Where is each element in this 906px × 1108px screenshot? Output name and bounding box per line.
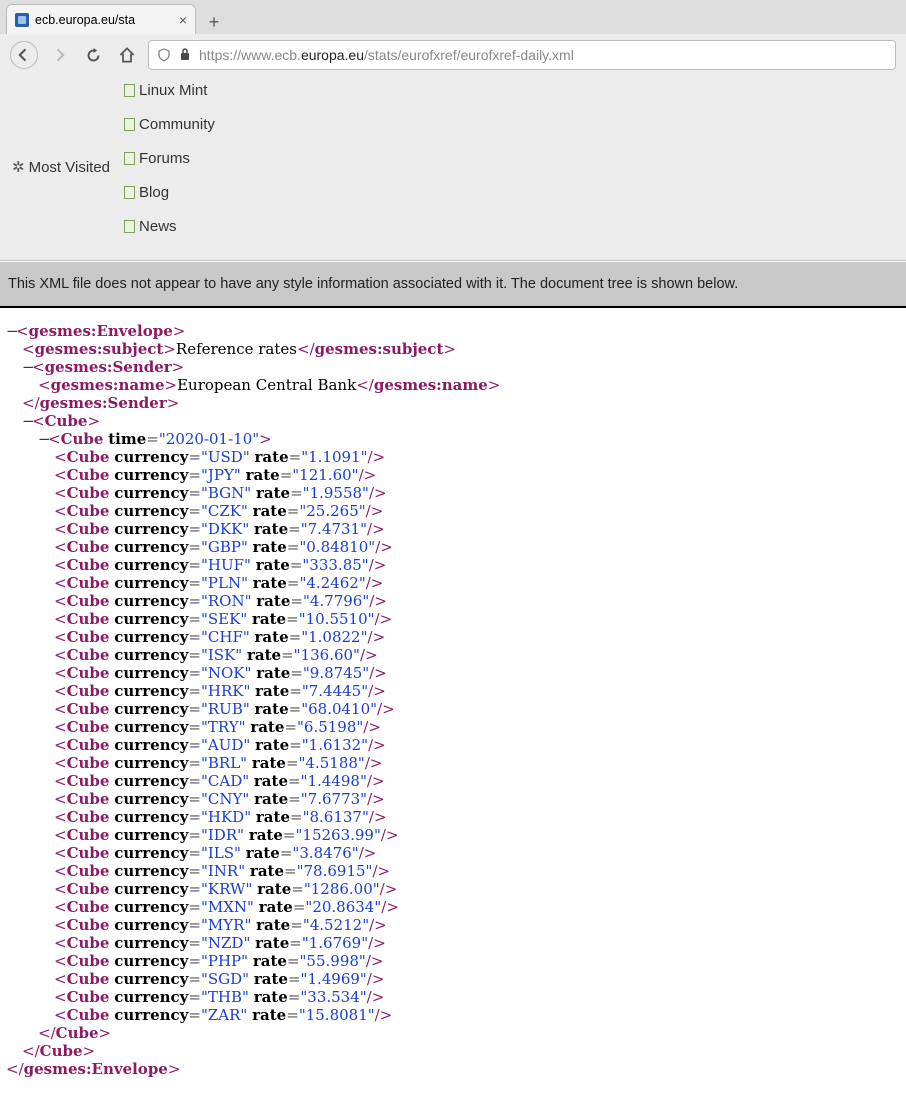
cube-rate: <Cube currency="TRY" rate="6.5198"/> [6, 718, 900, 736]
back-button[interactable] [10, 41, 38, 69]
xml-tree: −<gesmes:Envelope><gesmes:subject>Refere… [0, 308, 906, 1108]
cube-rate: <Cube currency="HKD" rate="8.6137"/> [6, 808, 900, 826]
shield-icon [157, 48, 171, 62]
lock-icon [179, 47, 191, 64]
tab-strip: ecb.europa.eu/sta × + [0, 0, 906, 34]
browser-tab[interactable]: ecb.europa.eu/sta × [6, 4, 196, 34]
cube-rate: <Cube currency="PHP" rate="55.998"/> [6, 952, 900, 970]
bookmarks-toolbar: ✲Most Visited Linux Mint Community Forums B… [0, 76, 906, 260]
page-icon [124, 118, 135, 131]
cube-rate: <Cube currency="DKK" rate="7.4731"/> [6, 520, 900, 538]
page-icon [124, 186, 135, 199]
cube-rate: <Cube currency="JPY" rate="121.60"/> [6, 466, 900, 484]
cube-rate: <Cube currency="CHF" rate="1.0822"/> [6, 628, 900, 646]
bookmark-label: Blog [139, 184, 169, 201]
cube-rate: <Cube currency="HRK" rate="7.4445"/> [6, 682, 900, 700]
envelope-open: −<gesmes:Envelope> [6, 322, 900, 340]
page-icon [124, 220, 135, 233]
bookmark-item[interactable]: News [124, 218, 215, 235]
bookmark-item[interactable]: Forums [124, 150, 215, 167]
most-visited-label: Most Visited [29, 159, 110, 176]
new-tab-button[interactable]: + [202, 10, 226, 34]
bookmark-label: Forums [139, 150, 190, 167]
page-icon [124, 84, 135, 97]
bookmark-label: Community [139, 116, 215, 133]
cube-rate: <Cube currency="SGD" rate="1.4969"/> [6, 970, 900, 988]
cube-rate: <Cube currency="CZK" rate="25.265"/> [6, 502, 900, 520]
cube-rate: <Cube currency="USD" rate="1.1091"/> [6, 448, 900, 466]
cube-rate: <Cube currency="INR" rate="78.6915"/> [6, 862, 900, 880]
cube-rate: <Cube currency="ISK" rate="136.60"/> [6, 646, 900, 664]
bookmark-item[interactable]: Blog [124, 184, 215, 201]
cube-rate: <Cube currency="THB" rate="33.534"/> [6, 988, 900, 1006]
xml-notice-bar: This XML file does not appear to have an… [0, 261, 906, 308]
cube-root-open: −<Cube> [6, 412, 900, 430]
cube-rate: <Cube currency="GBP" rate="0.84810"/> [6, 538, 900, 556]
cube-time-open: −<Cube time="2020-01-10"> [6, 430, 900, 448]
gear-icon: ✲ [12, 158, 25, 176]
sender-open: −<gesmes:Sender> [6, 358, 900, 376]
cube-rate: <Cube currency="KRW" rate="1286.00"/> [6, 880, 900, 898]
cube-rate: <Cube currency="IDR" rate="15263.99"/> [6, 826, 900, 844]
nav-toolbar: https://www.ecb.europa.eu/stats/eurofxre… [0, 34, 906, 76]
cube-rate: <Cube currency="PLN" rate="4.2462"/> [6, 574, 900, 592]
collapse-icon[interactable]: − [22, 358, 32, 376]
home-icon [119, 47, 135, 63]
cube-rate: <Cube currency="ILS" rate="3.8476"/> [6, 844, 900, 862]
subject-line: <gesmes:subject>Reference rates</gesmes:… [6, 340, 900, 358]
cube-rate: <Cube currency="CNY" rate="7.6773"/> [6, 790, 900, 808]
collapse-icon[interactable]: − [38, 430, 48, 448]
cube-root-close: </Cube> [6, 1042, 900, 1060]
cube-rate: <Cube currency="NZD" rate="1.6769"/> [6, 934, 900, 952]
page-icon [124, 152, 135, 165]
bookmark-item[interactable]: Community [124, 116, 215, 133]
collapse-icon[interactable]: − [6, 322, 16, 340]
url-bar[interactable]: https://www.ecb.europa.eu/stats/eurofxre… [148, 40, 896, 70]
home-button[interactable] [114, 42, 140, 68]
bookmark-item[interactable]: Linux Mint [124, 82, 215, 99]
cube-rate: <Cube currency="RON" rate="4.7796"/> [6, 592, 900, 610]
cube-rate: <Cube currency="BGN" rate="1.9558"/> [6, 484, 900, 502]
arrow-left-icon [17, 48, 31, 62]
collapse-icon[interactable]: − [22, 412, 32, 430]
cube-rate: <Cube currency="MXN" rate="20.8634"/> [6, 898, 900, 916]
cube-rate: <Cube currency="NOK" rate="9.8745"/> [6, 664, 900, 682]
most-visited-button[interactable]: ✲Most Visited [12, 158, 110, 176]
bookmark-label: Linux Mint [139, 82, 207, 99]
cube-rate: <Cube currency="AUD" rate="1.6132"/> [6, 736, 900, 754]
cube-rate: <Cube currency="CAD" rate="1.4498"/> [6, 772, 900, 790]
cube-time-close: </Cube> [6, 1024, 900, 1042]
cube-rate: <Cube currency="HUF" rate="333.85"/> [6, 556, 900, 574]
forward-button[interactable] [46, 42, 72, 68]
tab-title: ecb.europa.eu/sta [35, 13, 135, 27]
cube-rate: <Cube currency="MYR" rate="4.5212"/> [6, 916, 900, 934]
arrow-right-icon [52, 48, 66, 62]
browser-chrome: ecb.europa.eu/sta × + https://www.ecb.eu… [0, 0, 906, 261]
url-text: https://www.ecb.europa.eu/stats/eurofxre… [199, 47, 574, 63]
tab-close-icon[interactable]: × [179, 13, 187, 27]
reload-icon [86, 48, 101, 63]
cube-rate: <Cube currency="RUB" rate="68.0410"/> [6, 700, 900, 718]
name-line: <gesmes:name>European Central Bank</gesm… [6, 376, 900, 394]
bookmark-label: News [139, 218, 177, 235]
cube-rate: <Cube currency="SEK" rate="10.5510"/> [6, 610, 900, 628]
sender-close: </gesmes:Sender> [6, 394, 900, 412]
envelope-close: </gesmes:Envelope> [6, 1060, 900, 1078]
reload-button[interactable] [80, 42, 106, 68]
tab-favicon-icon [15, 13, 29, 27]
cube-rate: <Cube currency="BRL" rate="4.5188"/> [6, 754, 900, 772]
cube-rate: <Cube currency="ZAR" rate="15.8081"/> [6, 1006, 900, 1024]
